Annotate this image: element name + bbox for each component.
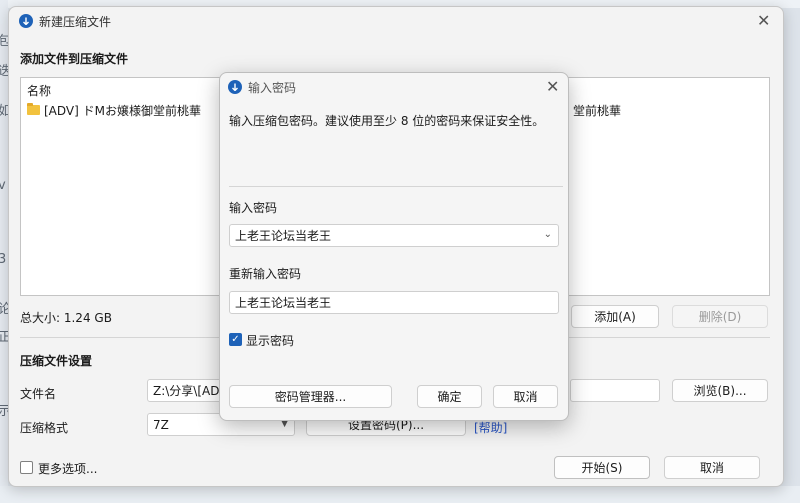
background-explorer-statusbar xyxy=(0,486,800,503)
show-password-checkbox[interactable]: ✓ xyxy=(229,333,242,346)
start-button[interactable]: 开始(S) xyxy=(554,456,650,479)
add-files-section-title: 添加文件到压缩文件 xyxy=(20,52,129,66)
filename-input-tail[interactable] xyxy=(570,379,660,402)
bg-glyph: 3 xyxy=(0,252,7,267)
bg-glyph: 迭 xyxy=(0,64,8,79)
dialog-title: 输入密码 xyxy=(248,81,297,95)
bg-glyph: 如 xyxy=(0,104,8,119)
settings-section-title: 压缩文件设置 xyxy=(20,354,93,368)
dialog-close-icon[interactable]: ✕ xyxy=(546,79,559,95)
browse-button[interactable]: 浏览(B)... xyxy=(672,379,768,402)
list-item[interactable]: [ADV] ドMお嬢様御堂前桃華 xyxy=(27,102,201,118)
main-window-title: 新建压缩文件 xyxy=(39,15,112,29)
format-select-value: 7Z xyxy=(153,417,169,432)
format-label: 压缩格式 xyxy=(20,421,69,435)
list-header-name: 名称 xyxy=(27,84,52,98)
add-button[interactable]: 添加(A) xyxy=(571,305,659,328)
ok-button[interactable]: 确定 xyxy=(417,385,482,408)
bg-glyph: v xyxy=(0,178,6,193)
chevron-down-icon[interactable]: ⌄ xyxy=(544,229,552,240)
dialog-cancel-button[interactable]: 取消 xyxy=(493,385,558,408)
dialog-divider xyxy=(229,186,563,187)
bg-glyph: 正 xyxy=(0,330,8,345)
background-explorer-sidebar: 包 迭 如 v 3 论 正 示 xyxy=(0,0,8,503)
more-options-checkbox[interactable] xyxy=(20,461,33,474)
list-item-name: [ADV] ドMお嬢様御堂前桃華 xyxy=(44,103,201,118)
total-size-label: 总大小: 1.24 GB xyxy=(20,311,112,325)
bg-glyph: 包 xyxy=(0,34,8,49)
dialog-titlebar: 输入密码 ✕ xyxy=(220,73,568,101)
filename-label: 文件名 xyxy=(20,387,57,401)
reenter-password-label: 重新输入密码 xyxy=(229,267,302,281)
password-input-value: 上老王论坛当老王 xyxy=(235,229,332,243)
password-label: 输入密码 xyxy=(229,201,278,215)
dialog-description: 输入压缩包密码。建议使用至少 8 位的密码来保证安全性。 xyxy=(229,114,545,128)
password-input[interactable]: 上老王论坛当老王 ⌄ xyxy=(229,224,559,247)
cancel-button[interactable]: 取消 xyxy=(664,456,760,479)
reenter-password-input[interactable]: 上老王论坛当老王 xyxy=(229,291,559,314)
more-options-label[interactable]: 更多选项... xyxy=(38,460,97,477)
dialog-logo-icon xyxy=(228,80,242,94)
main-titlebar: 新建压缩文件 ✕ xyxy=(9,7,783,35)
folder-icon xyxy=(27,103,40,115)
delete-button[interactable]: 删除(D) xyxy=(672,305,768,328)
app-logo-icon xyxy=(19,14,33,28)
password-manager-button[interactable]: 密码管理器... xyxy=(229,385,392,408)
password-dialog: 输入密码 ✕ 输入压缩包密码。建议使用至少 8 位的密码来保证安全性。 输入密码… xyxy=(219,72,569,421)
list-item-name-tail: 堂前桃華 xyxy=(573,104,622,118)
help-link[interactable]: [帮助] xyxy=(474,419,507,436)
bg-glyph: 示 xyxy=(0,404,8,419)
main-close-icon[interactable]: ✕ xyxy=(757,13,770,29)
bg-glyph: 论 xyxy=(0,302,8,317)
show-password-label[interactable]: 显示密码 xyxy=(246,332,294,349)
